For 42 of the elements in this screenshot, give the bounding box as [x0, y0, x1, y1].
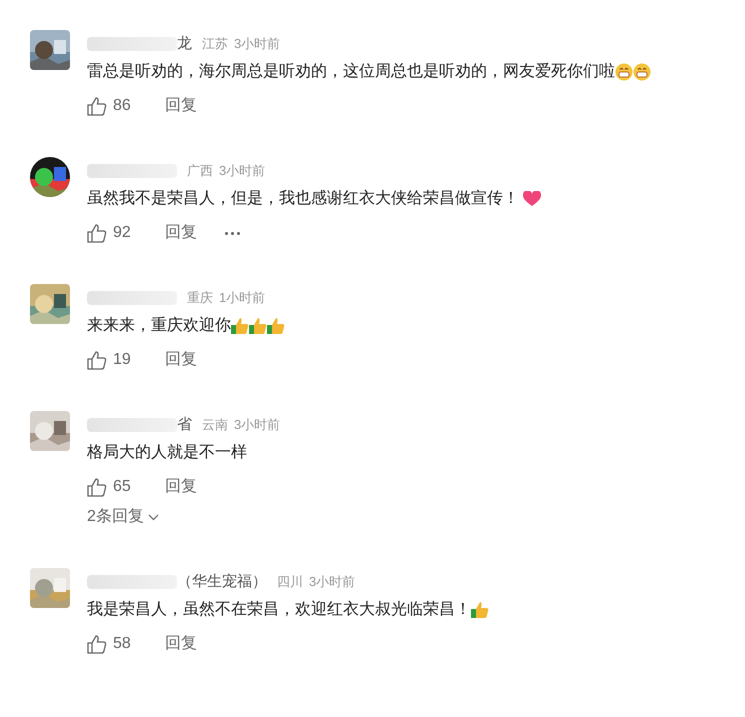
thumbs-up-icon[interactable]: [87, 96, 107, 116]
region-label: 云南: [202, 416, 228, 434]
like-button[interactable]: 58: [87, 632, 165, 656]
thumbs-up-icon[interactable]: [87, 634, 107, 654]
view-replies-link[interactable]: 2条回复: [87, 503, 280, 531]
reply-button[interactable]: 回复: [165, 221, 223, 245]
timestamp: 3小时前: [234, 35, 280, 54]
like-button[interactable]: 92: [87, 221, 165, 245]
grinning-face-icon: [633, 63, 651, 81]
region-label: 江苏: [202, 35, 228, 54]
reply-button[interactable]: 回复: [165, 94, 223, 118]
thumbs-up-icon: [231, 317, 249, 335]
thumbs-up-icon[interactable]: [87, 224, 107, 242]
username[interactable]: （华生宠福）: [177, 570, 267, 594]
like-button[interactable]: 65: [87, 475, 165, 499]
comment-text: 格局大的人就是不一样: [87, 442, 247, 463]
reply-button[interactable]: 回复: [165, 348, 223, 372]
username[interactable]: 龙: [177, 32, 192, 56]
reply-button[interactable]: 回复: [165, 632, 223, 656]
username[interactable]: 省: [177, 414, 192, 436]
thumbs-up-icon: [249, 317, 267, 335]
like-button[interactable]: 19: [87, 348, 165, 372]
comment-text: 我是荣昌人，虽然不在荣昌，欢迎红衣大叔光临荣昌！: [87, 600, 471, 620]
thumbs-up-icon[interactable]: [87, 478, 107, 496]
timestamp: 1小时前: [219, 289, 266, 308]
grinning-face-icon: [615, 63, 633, 81]
reply-button[interactable]: 回复: [165, 475, 223, 499]
like-button[interactable]: 86: [87, 94, 165, 118]
timestamp: 3小时前: [234, 416, 280, 434]
comment-text: 来来来，重庆欢迎你: [87, 316, 231, 336]
timestamp: 3小时前: [309, 573, 356, 592]
chevron-down-icon: [148, 514, 159, 520]
thumbs-up-icon[interactable]: [87, 350, 107, 370]
comment-text: 雷总是听劝的，海尔周总是听劝的，这位周总也是听劝的，网友爱死你们啦: [87, 62, 615, 82]
thumbs-up-icon: [267, 317, 285, 335]
region-label: 四川: [277, 573, 303, 592]
heart-icon: [523, 191, 541, 207]
region-label: 重庆: [187, 289, 213, 308]
region-label: 广西: [187, 162, 213, 180]
comment-text: 虽然我不是荣昌人，但是，我也感谢红衣大侠给荣昌做宣传！: [87, 188, 519, 209]
timestamp: 3小时前: [219, 162, 266, 180]
thumbs-up-icon: [471, 601, 489, 619]
